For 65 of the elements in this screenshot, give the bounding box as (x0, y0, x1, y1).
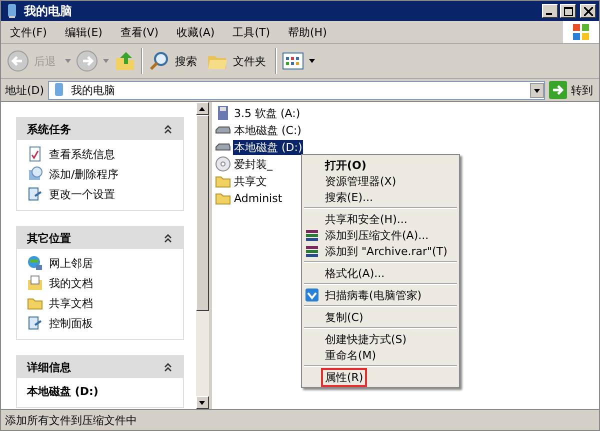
detail-title: 本地磁盘 (D:) (27, 384, 100, 399)
menu-item[interactable]: 查看(V) (111, 24, 168, 40)
address-label: 地址(D) (5, 82, 44, 98)
task-link[interactable]: 共享文档 (49, 296, 93, 310)
dropdown-arrow-icon[interactable] (309, 59, 315, 63)
go-button[interactable]: 转到 (571, 82, 593, 98)
scroll-down-button[interactable] (196, 396, 209, 409)
task-link[interactable]: 我的文档 (49, 276, 93, 290)
document-icon (27, 146, 43, 162)
menu-item[interactable]: 帮助(H) (279, 24, 336, 40)
file-item[interactable]: 本地磁盘 (D:) (233, 140, 304, 154)
collapse-icon[interactable] (163, 362, 173, 372)
file-item[interactable]: 3.5 软盘 (A:) (233, 106, 302, 120)
menu-item[interactable]: 共享和安全(H)... (321, 210, 412, 228)
file-item[interactable]: Administ (233, 192, 284, 204)
menu-item[interactable]: 重命名(M) (321, 346, 380, 364)
windows-logo-icon (563, 21, 599, 43)
minimize-button[interactable] (542, 4, 558, 18)
menu-item[interactable]: 资源管理器(X) (321, 172, 400, 190)
views-icon[interactable] (282, 51, 304, 71)
collapse-icon[interactable] (163, 124, 173, 134)
scrollbar-thumb[interactable] (196, 115, 209, 311)
menu-item[interactable]: 打开(O) (321, 156, 370, 174)
panel-icon (27, 315, 43, 331)
task-link[interactable]: 网上邻居 (49, 256, 93, 270)
menu-item[interactable]: 扫描病毒(电脑管家) (321, 286, 426, 304)
search-icon[interactable] (148, 50, 170, 72)
panel-title: 详细信息 (27, 360, 71, 374)
menu-item[interactable]: 属性(R) (321, 368, 368, 386)
panel-icon (27, 186, 43, 202)
maximize-button[interactable] (560, 4, 576, 18)
file-item[interactable]: 共享文 (233, 174, 268, 188)
task-link[interactable]: 查看系统信息 (49, 146, 115, 162)
window-title: 我的电脑 (24, 2, 73, 20)
menu-item[interactable]: 编辑(E) (56, 24, 112, 40)
menu-item[interactable]: 搜索(E)... (321, 188, 378, 206)
close-button[interactable] (580, 4, 596, 18)
menu-item[interactable]: 添加到压缩文件(A)... (321, 226, 433, 244)
menu-item[interactable]: 创建快捷方式(S) (321, 330, 411, 348)
file-item[interactable]: 本地磁盘 (C:) (233, 122, 302, 138)
shield-icon (305, 288, 319, 302)
folders-button[interactable]: 文件夹 (233, 54, 266, 68)
status-bar: 添加所有文件到压缩文件中 (1, 409, 599, 430)
menu-item[interactable]: 收藏(A) (168, 24, 224, 40)
panel-title: 其它位置 (27, 230, 71, 246)
collapse-icon[interactable] (163, 233, 173, 243)
disc-box-icon (27, 166, 43, 182)
globe-computer-icon (27, 255, 43, 271)
file-item[interactable]: 爱封装_ (233, 156, 274, 172)
menu-item[interactable]: 格式化(A)... (321, 264, 389, 282)
task-link[interactable]: 添加/删除程序 (49, 166, 119, 182)
task-link[interactable]: 更改一个设置 (49, 186, 115, 202)
menu-item[interactable]: 复制(C) (321, 308, 368, 326)
task-link[interactable]: 控制面板 (49, 316, 93, 330)
scroll-up-button[interactable] (196, 102, 209, 115)
document-folder-icon (27, 275, 43, 291)
menu-item[interactable]: 文件(F) (1, 24, 56, 40)
book-stack-icon (305, 228, 319, 242)
book-stack-icon (305, 244, 319, 258)
panel-title: 系统任务 (27, 122, 71, 136)
menu-item[interactable]: 工具(T) (224, 24, 279, 40)
disc-icon (215, 156, 231, 172)
menu-item[interactable]: 添加到 "Archive.rar"(T) (321, 242, 452, 260)
search-button[interactable]: 搜索 (175, 54, 197, 68)
floppy-drive-icon (215, 105, 231, 121)
